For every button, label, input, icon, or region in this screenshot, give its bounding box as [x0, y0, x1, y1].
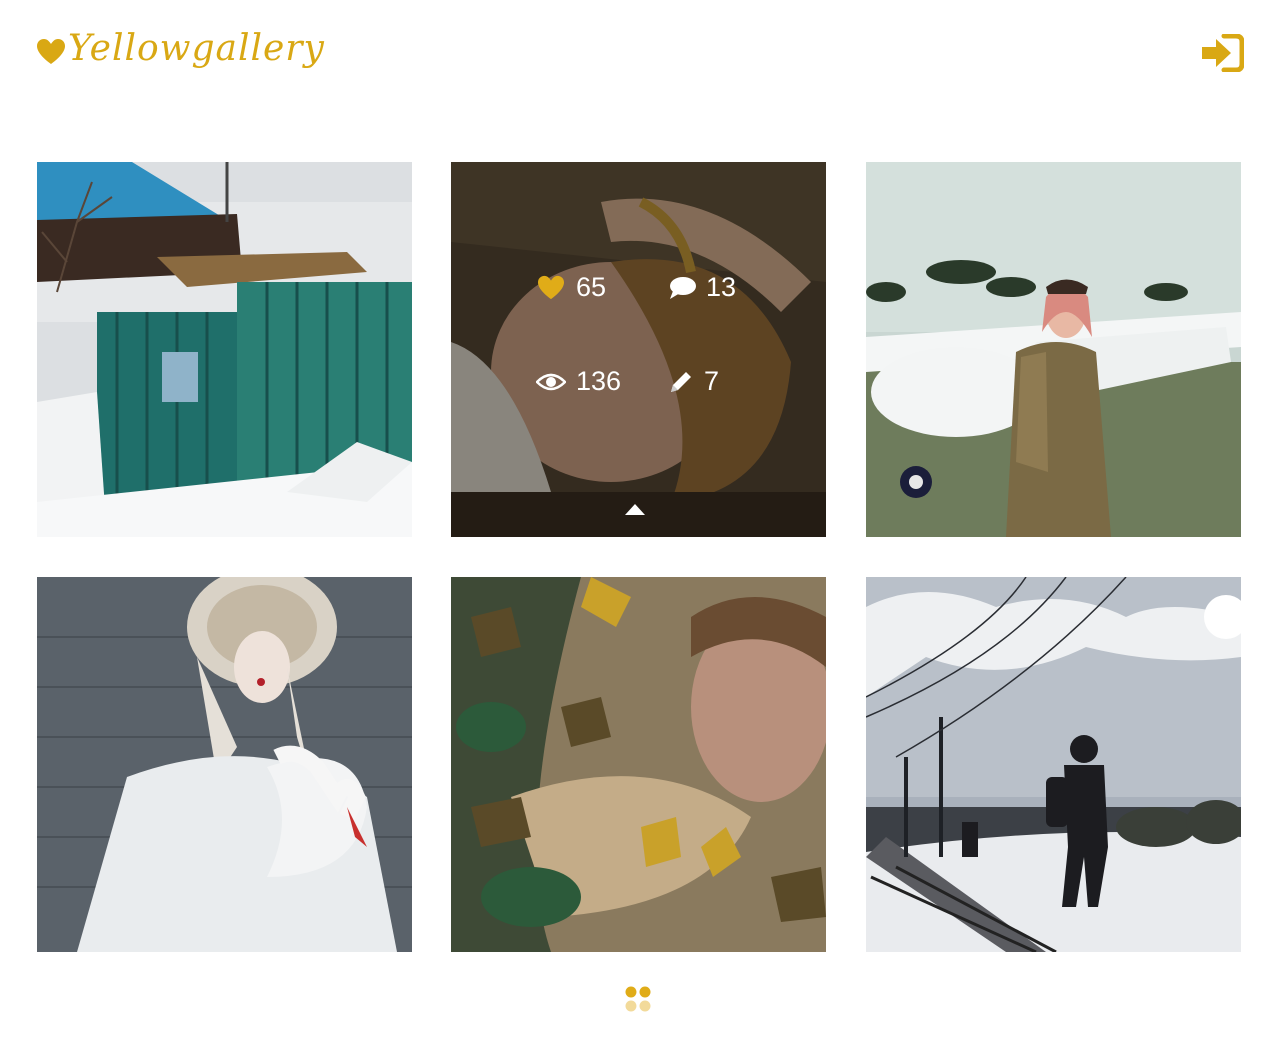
caret-up-icon[interactable]: [624, 502, 646, 516]
photo-man-in-water: [451, 577, 826, 952]
logo-text: Yellowgallery: [68, 28, 325, 69]
comments-stat[interactable]: 13: [668, 272, 736, 303]
edits-count: 7: [704, 366, 720, 396]
photo-aviator-plane: [866, 162, 1241, 537]
gallery-item[interactable]: [866, 162, 1241, 537]
photo-winter-shed: [37, 162, 412, 537]
heart-icon: [538, 275, 564, 299]
gallery-item[interactable]: [866, 577, 1241, 952]
sign-in-icon[interactable]: [1200, 34, 1244, 72]
logo[interactable]: Yellowgallery: [36, 28, 325, 69]
edits-stat[interactable]: 7: [668, 366, 719, 397]
views-stat: 136: [536, 366, 621, 397]
gallery-item[interactable]: 65 13 136 7: [451, 162, 826, 537]
photo-railway-walker: [866, 577, 1241, 952]
comment-icon: [670, 276, 696, 299]
photo-swan-lady: [37, 577, 412, 952]
heart-logo-icon: [37, 38, 65, 64]
likes-stat[interactable]: 65: [536, 272, 606, 303]
views-count: 136: [576, 366, 622, 396]
gallery-item[interactable]: [37, 162, 412, 537]
gallery-item[interactable]: [37, 577, 412, 952]
comments-count: 13: [706, 272, 737, 302]
gallery-item[interactable]: [451, 577, 826, 952]
item-stats-overlay: 65 13 136 7: [451, 162, 826, 537]
likes-count: 65: [576, 272, 607, 302]
eye-icon: [536, 373, 566, 390]
header: Yellowgallery: [0, 0, 1280, 110]
grid-dots-icon[interactable]: [624, 985, 652, 1013]
gallery-grid: 65 13 136 7: [37, 162, 1241, 952]
pencil-icon: [671, 371, 691, 392]
